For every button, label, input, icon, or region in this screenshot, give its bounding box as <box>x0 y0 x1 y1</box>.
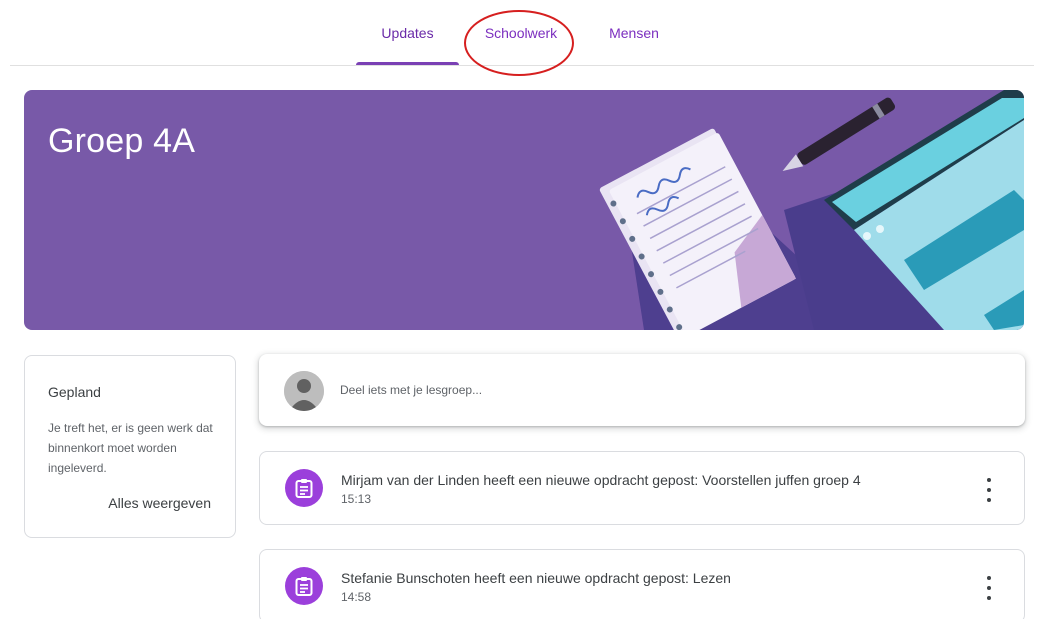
upcoming-title: Gepland <box>48 384 101 400</box>
tab-updates-label: Updates <box>381 25 434 41</box>
more-options-icon[interactable] <box>982 576 996 600</box>
post-time: 14:58 <box>341 590 372 604</box>
assignment-icon <box>285 469 323 507</box>
post-time: 15:13 <box>341 492 372 506</box>
tab-mensen-label: Mensen <box>609 25 659 41</box>
post-title: Stefanie Bunschoten heeft een nieuwe opd… <box>341 570 731 586</box>
assignment-icon <box>285 567 323 605</box>
tab-schoolwerk-label: Schoolwerk <box>484 25 558 41</box>
post-title: Mirjam van der Linden heeft een nieuwe o… <box>341 472 861 488</box>
share-placeholder: Deel iets met je lesgroep... <box>340 383 483 397</box>
view-all-link[interactable]: Alles weergeven <box>108 495 211 511</box>
class-tab-bar: Updates Schoolwerk Mensen <box>0 0 1044 66</box>
user-avatar-icon <box>284 371 324 411</box>
tab-bar-divider <box>10 65 1034 66</box>
class-title: Groep 4A <box>48 122 196 160</box>
tab-schoolwerk[interactable]: Schoolwerk <box>462 0 580 66</box>
avatar <box>284 371 324 411</box>
banner-illustration <box>599 90 1024 330</box>
more-options-icon[interactable] <box>982 478 996 502</box>
upcoming-message: Je treft het, er is geen werk dat binnen… <box>48 421 213 475</box>
tab-mensen[interactable]: Mensen <box>598 0 670 66</box>
upcoming-card: Gepland Je treft het, er is geen werk da… <box>24 355 236 538</box>
share-box[interactable]: Deel iets met je lesgroep... <box>259 354 1025 426</box>
tab-updates[interactable]: Updates <box>356 0 459 66</box>
class-banner: Groep 4A <box>24 90 1024 330</box>
stream-post[interactable]: Mirjam van der Linden heeft een nieuwe o… <box>259 451 1025 525</box>
stream-post[interactable]: Stefanie Bunschoten heeft een nieuwe opd… <box>259 549 1025 619</box>
